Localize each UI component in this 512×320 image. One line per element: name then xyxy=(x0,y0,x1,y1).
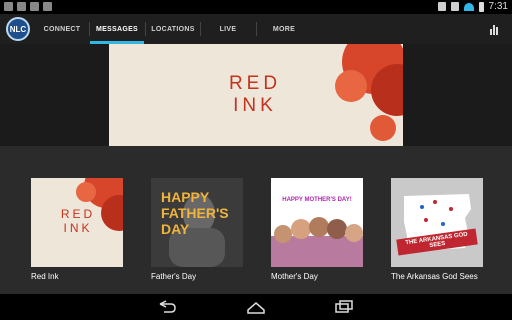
notification-icon xyxy=(43,2,52,11)
series-thumbnail: RED INK xyxy=(31,178,123,267)
series-title: Father's Day xyxy=(151,272,197,281)
action-bar: NLC CONNECT MESSAGES LOCATIONS LIVE MORE xyxy=(0,14,512,44)
tab-connect[interactable]: CONNECT xyxy=(36,14,88,44)
series-title: Red Ink xyxy=(31,272,59,281)
home-icon[interactable] xyxy=(246,300,266,314)
system-icons: 7:31 xyxy=(437,1,508,12)
recent-apps-icon[interactable] xyxy=(334,300,354,314)
hero-title: RED INK xyxy=(228,73,282,116)
back-icon[interactable] xyxy=(157,300,177,314)
thumbnail-title: RED INK xyxy=(60,207,96,235)
status-time: 7:31 xyxy=(488,1,508,12)
featured-series-banner[interactable]: RED INK xyxy=(109,44,403,146)
series-thumbnail: THE ARKANSAS GOD SEES xyxy=(391,178,483,267)
vibrate-icon xyxy=(450,2,459,11)
tab-more[interactable]: MORE xyxy=(257,14,311,44)
bar-chart-icon[interactable] xyxy=(490,23,502,35)
notification-icon xyxy=(17,2,26,11)
series-title: The Arkansas God Sees xyxy=(391,272,478,281)
series-title: Mother's Day xyxy=(271,272,318,281)
series-card-fathers-day[interactable]: HAPPY FATHER'S DAY Father's Day xyxy=(151,178,243,281)
app-logo[interactable]: NLC xyxy=(6,17,30,41)
thumbnail-title: HAPPY FATHER'S DAY xyxy=(161,189,229,237)
series-thumbnail: HAPPY MOTHER'S DAY! xyxy=(271,178,363,267)
series-card-arkansas[interactable]: THE ARKANSAS GOD SEES The Arkansas God S… xyxy=(391,178,483,281)
battery-icon xyxy=(478,1,484,12)
tab-messages[interactable]: MESSAGES xyxy=(90,14,144,44)
mothers-group-photo xyxy=(271,217,363,267)
series-thumbnail: HAPPY FATHER'S DAY xyxy=(151,178,243,267)
notification-icon xyxy=(4,2,13,11)
wifi-icon xyxy=(463,2,474,11)
series-card-mothers-day[interactable]: HAPPY MOTHER'S DAY! Mother's Day xyxy=(271,178,363,281)
status-bar: 7:31 xyxy=(0,0,512,14)
bluetooth-icon xyxy=(437,2,446,11)
notification-icons xyxy=(4,2,52,11)
system-navigation-bar xyxy=(0,294,512,320)
series-card-red-ink[interactable]: RED INK Red Ink xyxy=(31,178,123,281)
tab-locations[interactable]: LOCATIONS xyxy=(146,14,200,44)
notification-icon xyxy=(30,2,39,11)
tab-live[interactable]: LIVE xyxy=(201,14,255,44)
